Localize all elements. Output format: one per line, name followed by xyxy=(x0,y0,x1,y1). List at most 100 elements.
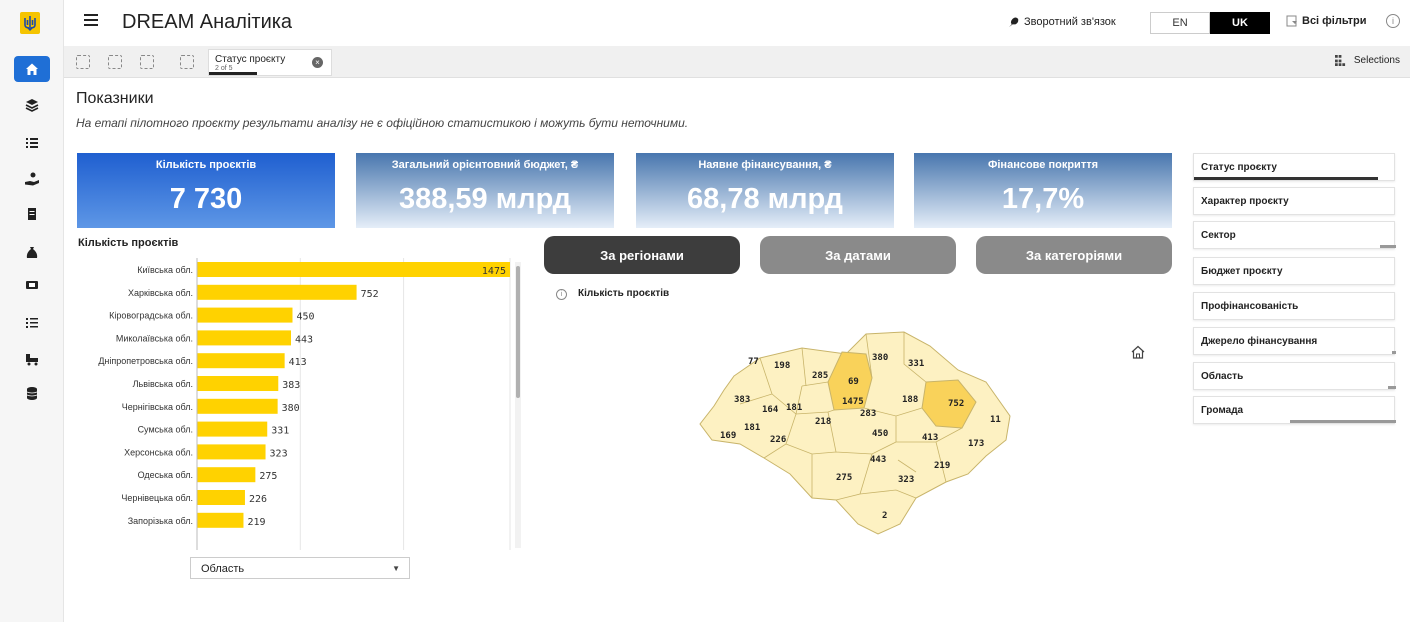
feedback-icon xyxy=(1008,16,1019,27)
rail-budget-button[interactable] xyxy=(14,240,50,266)
reset-view-home-icon[interactable] xyxy=(1130,344,1146,360)
kpi-value: 388,59 млрд xyxy=(398,183,572,215)
category-label: Львівська обл. xyxy=(133,379,193,389)
bar[interactable] xyxy=(197,444,266,460)
kpi-value: 7 730 xyxy=(169,183,243,215)
top-header: DREAM Аналітика Зворотний зв'язок EN UK … xyxy=(64,0,1410,46)
trident-logo-icon xyxy=(20,12,40,34)
filter-project-status[interactable]: Статус проєкту xyxy=(1193,153,1395,181)
filter-selection-bar xyxy=(1380,245,1396,248)
rail-home-button[interactable] xyxy=(14,56,50,82)
bar-value-label: 752 xyxy=(361,289,379,300)
smart-search-icon[interactable] xyxy=(76,55,90,69)
filter-label: Характер проєкту xyxy=(1201,196,1289,207)
rail-database-button[interactable] xyxy=(14,380,50,406)
selections-button[interactable]: Selections xyxy=(1334,55,1400,66)
tab-by-regions[interactable]: За регіонами xyxy=(544,236,740,274)
category-label: Кіровоградська обл. xyxy=(109,311,193,321)
layers-icon xyxy=(25,99,39,112)
remove-selection-icon[interactable]: × xyxy=(312,57,323,68)
rail-document-button[interactable] xyxy=(14,201,50,227)
map-region-value: 443 xyxy=(870,455,886,465)
map-region-value: 218 xyxy=(815,417,831,427)
app-title: DREAM Аналітика xyxy=(122,11,293,33)
kpi-title: Кількість проєктів xyxy=(155,159,257,171)
all-filters-button[interactable]: Всі фільтри xyxy=(1286,15,1367,27)
bar[interactable] xyxy=(197,512,244,528)
filter-selection-bar xyxy=(1194,177,1378,180)
rail-funding-button[interactable] xyxy=(14,166,50,192)
projects-by-region-bar-chart[interactable]: Київська обл. 1475 Харківська обл. 752 Кіров… xyxy=(64,258,524,550)
menu-icon[interactable] xyxy=(84,14,98,28)
map-region-value: 413 xyxy=(922,433,938,443)
bar-value-label: 323 xyxy=(270,448,288,459)
tab-by-categories[interactable]: За категоріями xyxy=(976,236,1172,274)
bar-value-label: 413 xyxy=(289,357,307,368)
numbered-list-icon xyxy=(26,318,38,328)
feedback-label: Зворотний зв'язок xyxy=(1024,16,1116,28)
filter-hromada[interactable]: Громада xyxy=(1193,396,1396,424)
clear-selections-icon[interactable] xyxy=(180,55,194,69)
category-label: Сумська обл. xyxy=(138,425,193,435)
step-back-icon[interactable] xyxy=(108,55,122,69)
list-icon xyxy=(26,138,38,148)
step-forward-icon[interactable] xyxy=(140,55,154,69)
bar[interactable] xyxy=(197,307,293,323)
map-region-value: 169 xyxy=(720,431,736,441)
bar[interactable] xyxy=(197,284,357,300)
bar-value-label: 331 xyxy=(271,426,289,437)
map-region-value: 380 xyxy=(872,353,888,363)
selections-label: Selections xyxy=(1353,55,1400,66)
filter-doc-icon xyxy=(1286,15,1297,27)
bar[interactable] xyxy=(197,490,245,505)
tab-by-dates[interactable]: За датами xyxy=(760,236,956,274)
bar[interactable] xyxy=(197,262,510,277)
map-title: Кількість проєктів xyxy=(578,288,670,299)
map-region-value: 77 xyxy=(748,357,759,367)
bar[interactable] xyxy=(197,398,278,414)
lang-en-button[interactable]: EN xyxy=(1150,12,1210,34)
filter-project-budget[interactable]: Бюджет проєкту xyxy=(1193,257,1395,285)
bar-value-label: 219 xyxy=(247,517,265,528)
feedback-link[interactable]: Зворотний зв'язок xyxy=(1008,16,1116,28)
filter-funding-level[interactable]: Профінансованість xyxy=(1193,292,1395,320)
bar[interactable] xyxy=(197,421,268,437)
rail-numbered-list-button[interactable] xyxy=(14,310,50,336)
ukraine-regions-map[interactable]: 77 19828569380331383164 1811475 188 75211169… xyxy=(690,324,1030,554)
map-region-value: 173 xyxy=(968,439,984,449)
rail-layers-button[interactable] xyxy=(14,92,50,118)
kpi-project-count: Кількість проєктів 7 730 xyxy=(77,153,335,228)
filter-sector[interactable]: Сектор xyxy=(1193,221,1396,249)
map-info-icon[interactable]: i xyxy=(556,289,567,300)
rail-list-button[interactable] xyxy=(14,130,50,156)
lang-uk-button[interactable]: UK xyxy=(1210,12,1270,34)
map-region-value: 181 xyxy=(786,403,802,413)
bar[interactable] xyxy=(197,330,292,346)
filter-label: Бюджет проєкту xyxy=(1201,266,1283,277)
filter-project-nature[interactable]: Характер проєкту xyxy=(1193,187,1395,215)
chevron-down-icon: ▼ xyxy=(392,564,400,573)
selection-chip-count: 2 of 5 xyxy=(215,65,233,72)
filter-label: Статус проєкту xyxy=(1201,162,1277,173)
filter-funding-source[interactable]: Джерело фінансування xyxy=(1193,327,1396,355)
chart-scrollbar-thumb[interactable] xyxy=(516,266,520,398)
kpi-available-funding: Наявне фінансування, ₴ 68,78 млрд xyxy=(636,153,894,228)
info-icon[interactable]: i xyxy=(1386,14,1400,28)
category-label: Чернігівська обл. xyxy=(122,402,193,412)
bar[interactable] xyxy=(197,467,256,483)
bar[interactable] xyxy=(197,353,285,369)
selection-chip-status[interactable]: Статус проєкту 2 of 5 × xyxy=(208,49,332,76)
category-label: Київська обл. xyxy=(137,265,193,275)
filter-oblast[interactable]: Область xyxy=(1193,362,1396,390)
category-label: Одеська обл. xyxy=(138,470,193,480)
map-region-value: 219 xyxy=(934,461,950,471)
filter-selection-bar xyxy=(1392,351,1396,354)
dimension-select[interactable]: Область ▼ xyxy=(190,557,410,579)
rail-truck-button[interactable] xyxy=(14,346,50,372)
money-bag-icon xyxy=(26,247,38,258)
grid-icon xyxy=(1334,55,1345,66)
map-region-value: 188 xyxy=(902,395,918,405)
rail-screen-button[interactable] xyxy=(14,272,50,298)
bar-value-label: 383 xyxy=(282,380,300,391)
bar[interactable] xyxy=(197,376,279,391)
